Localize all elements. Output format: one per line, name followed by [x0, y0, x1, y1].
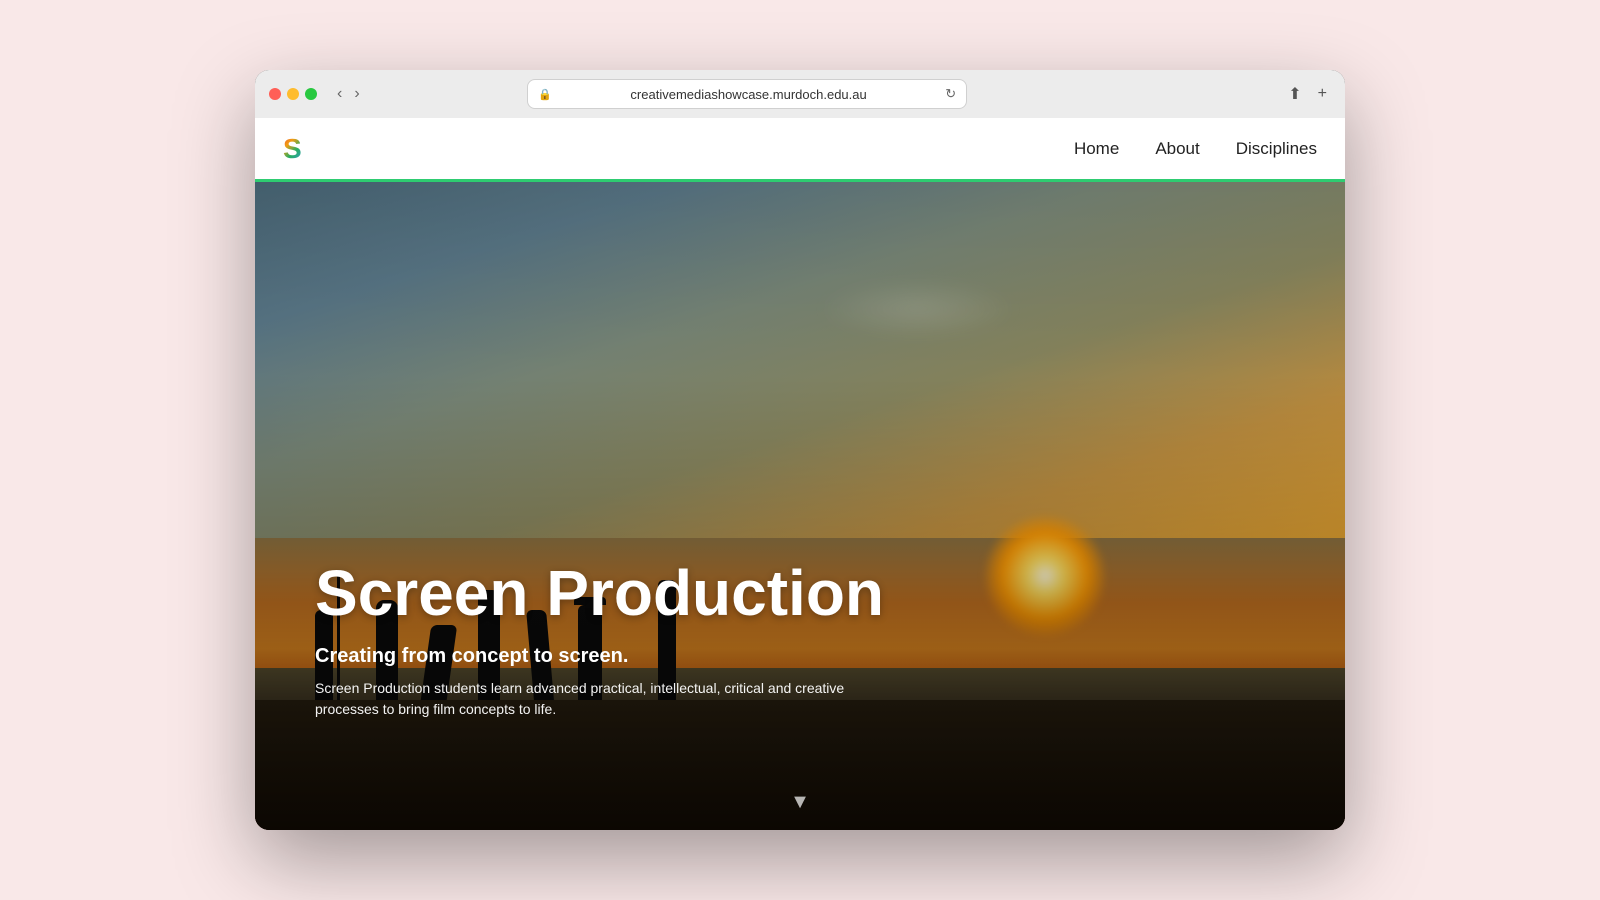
logo-icon: S: [283, 135, 302, 163]
maximize-button[interactable]: [305, 88, 317, 100]
traffic-lights: [269, 88, 317, 100]
lock-icon: 🔒: [538, 88, 552, 101]
minimize-button[interactable]: [287, 88, 299, 100]
hero-section: Screen Production Creating from concept …: [255, 182, 1345, 830]
forward-button[interactable]: ›: [350, 83, 363, 105]
reload-icon[interactable]: ↻: [945, 86, 956, 102]
site-nav-links: Home About Disciplines: [1074, 139, 1317, 159]
nav-buttons: ‹ ›: [333, 83, 364, 105]
url-text: creativemediashowcase.murdoch.edu.au: [558, 87, 939, 102]
hero-title: Screen Production: [315, 560, 1145, 627]
site-nav: S Home About Disciplines: [255, 118, 1345, 182]
site-logo[interactable]: S: [283, 135, 302, 163]
hero-subtitle: Creating from concept to screen.: [315, 645, 1145, 668]
browser-toolbar: ‹ › 🔒 creativemediashowcase.murdoch.edu.…: [255, 70, 1345, 118]
address-bar[interactable]: 🔒 creativemediashowcase.murdoch.edu.au ↻: [527, 79, 967, 109]
nav-item-about[interactable]: About: [1155, 139, 1199, 158]
hero-description: Screen Production students learn advance…: [315, 678, 865, 720]
nav-item-home[interactable]: Home: [1074, 139, 1119, 158]
browser-window: ‹ › 🔒 creativemediashowcase.murdoch.edu.…: [255, 70, 1345, 830]
scroll-indicator[interactable]: ▼: [790, 791, 810, 814]
close-button[interactable]: [269, 88, 281, 100]
share-button[interactable]: ⬆: [1284, 82, 1305, 106]
browser-actions: ⬆ +: [1284, 82, 1331, 106]
new-tab-button[interactable]: +: [1314, 82, 1331, 106]
hero-overlay: [255, 182, 1345, 830]
nav-item-disciplines[interactable]: Disciplines: [1236, 139, 1317, 158]
back-button[interactable]: ‹: [333, 83, 346, 105]
website-content: S Home About Disciplines: [255, 118, 1345, 830]
hero-content: Screen Production Creating from concept …: [315, 560, 1145, 720]
browser-chrome: ‹ › 🔒 creativemediashowcase.murdoch.edu.…: [255, 70, 1345, 118]
